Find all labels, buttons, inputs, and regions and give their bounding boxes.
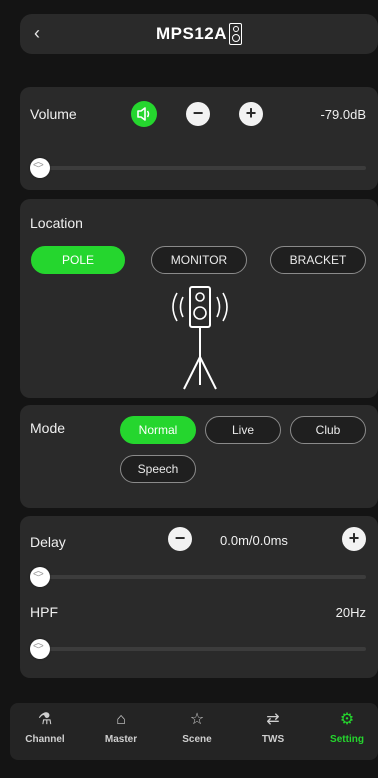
delay-value: 0.0m/0.0ms (220, 533, 288, 548)
home-icon: ⌂ (116, 711, 126, 728)
delay-label: Delay (30, 534, 66, 550)
speaker-device-icon (229, 23, 243, 45)
mode-label: Mode (30, 420, 66, 436)
header-bar: ‹ MPS12A (20, 14, 378, 54)
tab-setting-label: Setting (330, 734, 364, 745)
page-title: MPS12A (155, 24, 228, 43)
volume-slider-track[interactable] (30, 166, 366, 170)
delay-slider-thumb[interactable] (30, 567, 50, 587)
volume-label: Volume (30, 106, 77, 122)
tab-channel-label: Channel (25, 734, 65, 745)
delay-slider-track[interactable] (30, 575, 366, 579)
location-bracket-button[interactable]: BRACKET (270, 246, 366, 274)
tab-master[interactable]: ⌂ Master (86, 709, 156, 745)
volume-card: Volume − + -79.0dB (20, 87, 378, 190)
tab-scene[interactable]: ☆ Scene (162, 709, 232, 745)
hpf-slider-track[interactable] (30, 647, 366, 651)
volume-increase-button[interactable]: + (239, 102, 263, 126)
tab-tws-label: TWS (261, 734, 285, 745)
location-pole-button[interactable]: POLE (31, 246, 125, 274)
delay-decrease-button[interactable]: − (168, 527, 192, 551)
mode-card: Mode Normal Live Club Speech (20, 405, 378, 508)
volume-value: -79.0dB (320, 107, 366, 122)
mode-normal-button[interactable]: Normal (120, 416, 196, 444)
hpf-value: 20Hz (335, 605, 366, 620)
tab-master-label: Master (104, 734, 138, 745)
mute-button[interactable] (131, 101, 157, 127)
tab-channel[interactable]: ⚗ Channel (10, 709, 80, 745)
delay-hpf-card: Delay − 0.0m/0.0ms + HPF 20Hz (20, 516, 378, 678)
tab-scene-label: Scene (182, 734, 212, 745)
pole-speaker-illustration-icon (172, 286, 228, 390)
location-label: Location (30, 215, 83, 231)
volume-decrease-button[interactable]: − (186, 102, 210, 126)
mode-club-button[interactable]: Club (290, 416, 366, 444)
location-monitor-button[interactable]: MONITOR (151, 246, 247, 274)
star-icon: ☆ (189, 711, 205, 728)
tws-icon: ⇄ (266, 711, 280, 728)
volume-slider-thumb[interactable] (30, 158, 50, 178)
tab-tws[interactable]: ⇄ TWS (238, 709, 308, 745)
channel-icon: ⚗ (37, 711, 53, 728)
gear-icon: ⚙ (339, 711, 355, 728)
location-card: Location POLE MONITOR BRACKET (20, 199, 378, 398)
title-wrap: MPS12A (20, 23, 378, 45)
tab-setting[interactable]: ⚙ Setting (312, 709, 378, 745)
bottom-tab-bar: ⚗ Channel ⌂ Master ☆ Scene ⇄ TWS ⚙ Setti… (10, 703, 378, 760)
mode-live-button[interactable]: Live (205, 416, 281, 444)
delay-increase-button[interactable]: + (342, 527, 366, 551)
mode-speech-button[interactable]: Speech (120, 455, 196, 483)
hpf-label: HPF (30, 604, 58, 620)
speaker-icon (137, 107, 150, 121)
hpf-slider-thumb[interactable] (30, 639, 50, 659)
